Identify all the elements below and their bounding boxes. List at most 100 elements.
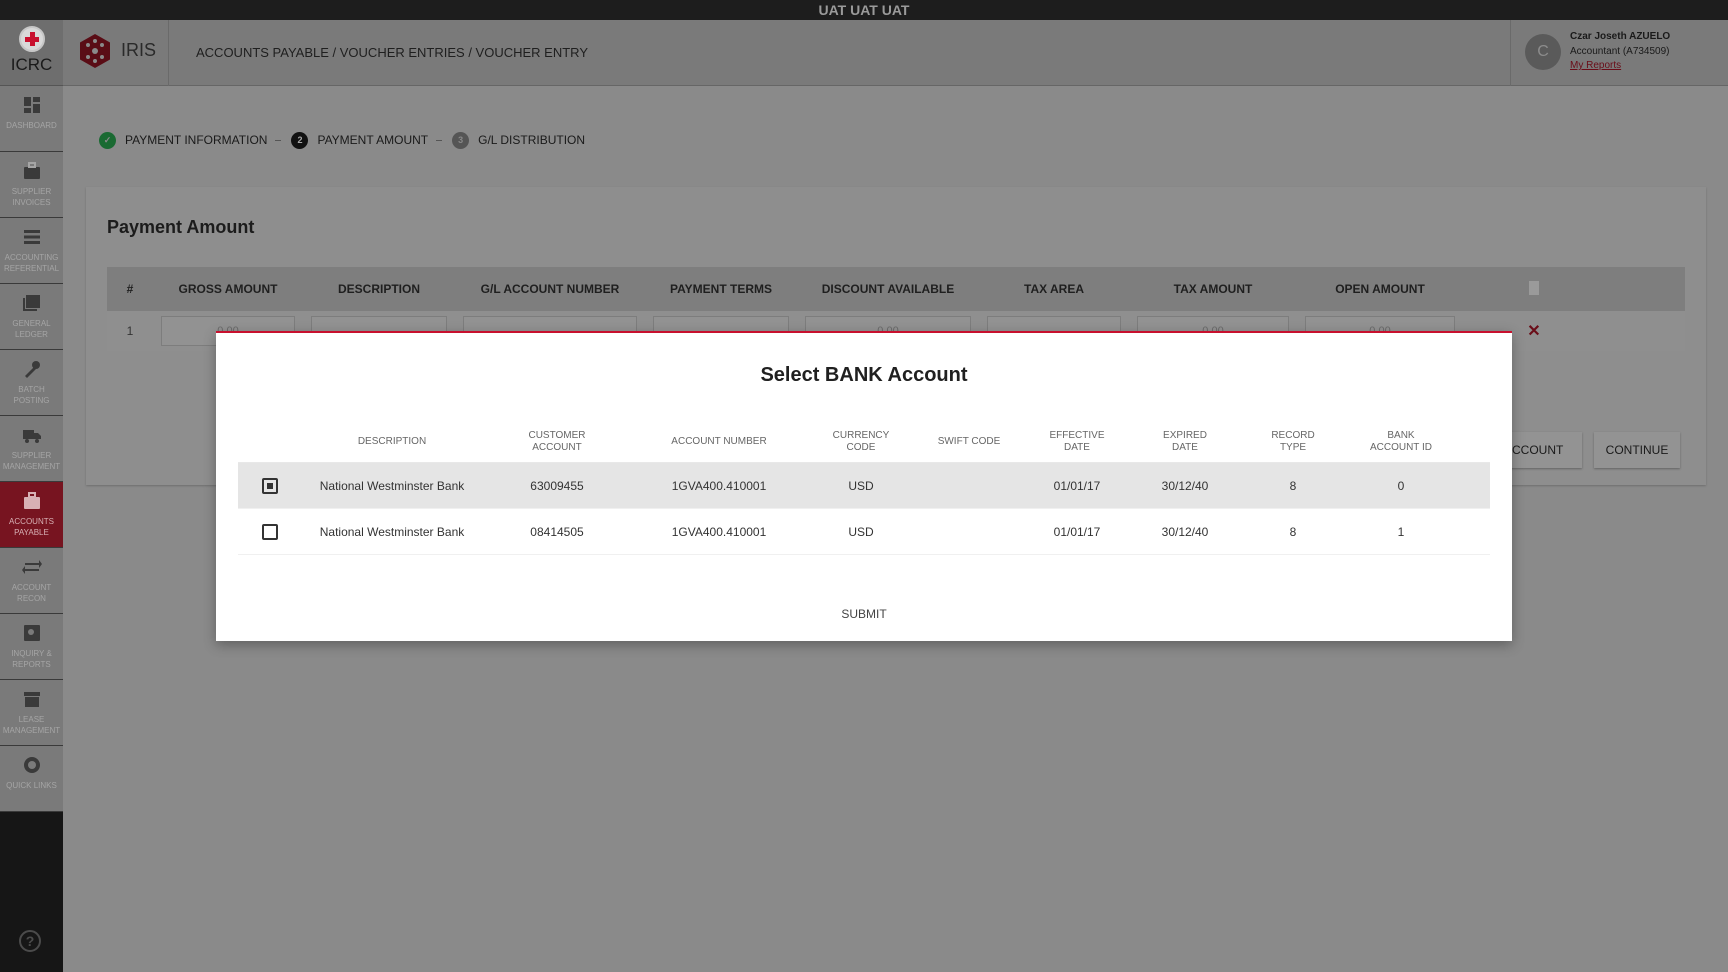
step-payment-information[interactable]: PAYMENT INFORMATION bbox=[125, 133, 267, 147]
col-header-description: DESCRIPTION bbox=[357, 435, 427, 447]
iris-logo-icon[interactable] bbox=[77, 33, 113, 69]
cell-expired-date: 30/12/40 bbox=[1161, 524, 1209, 539]
select-bank-account-dialog: Select BANK Account DESCRIPTION CUSTOMER… bbox=[216, 331, 1512, 641]
sidebar-item-label: LEDGER bbox=[15, 330, 48, 339]
dashboard-icon bbox=[22, 96, 42, 114]
sidebar-item-label: SUPPLIER bbox=[11, 187, 52, 196]
row-checkbox[interactable] bbox=[262, 523, 278, 540]
wizard-stepper: ✓ PAYMENT INFORMATION 2 PAYMENT AMOUNT 3… bbox=[99, 131, 593, 149]
step-payment-amount[interactable]: PAYMENT AMOUNT bbox=[317, 133, 428, 147]
sidebar-item-label: RECON bbox=[17, 594, 46, 603]
user-role: Accountant (A734509) bbox=[1570, 46, 1670, 57]
table-row[interactable]: National Westminster Bank 08414505 1GVA4… bbox=[238, 509, 1490, 555]
sidebar-item-label: ACCOUNTS bbox=[9, 517, 54, 526]
sidebar-item-account-recon[interactable]: ACCOUNT RECON bbox=[0, 548, 63, 614]
wrench-icon bbox=[22, 360, 42, 378]
bank-account-table: DESCRIPTION CUSTOMER ACCOUNT ACCOUNT NUMB… bbox=[238, 421, 1490, 555]
sidebar-item-quick-links[interactable]: QUICK LINKS bbox=[0, 746, 63, 812]
table-header: DESCRIPTION CUSTOMER ACCOUNT ACCOUNT NUMB… bbox=[238, 421, 1490, 463]
sidebar-item-accounts-payable[interactable]: ACCOUNTS PAYABLE bbox=[0, 482, 63, 548]
sidebar-item-label: QUICK LINKS bbox=[6, 781, 57, 790]
col-header-discount-available: DISCOUNT AVAILABLE bbox=[821, 282, 955, 296]
sidebar-item-label: PAYABLE bbox=[14, 528, 49, 537]
col-header-record-type: RECORD TYPE bbox=[1238, 430, 1348, 454]
cell-expired-date: 30/12/40 bbox=[1161, 478, 1209, 493]
sidebar-item-accounting-referential[interactable]: ACCOUNTING REFERENTIAL bbox=[0, 218, 63, 284]
step-complete-check-icon: ✓ bbox=[99, 131, 116, 149]
submit-button-row: SUBMIT bbox=[216, 607, 1512, 621]
avatar[interactable]: C bbox=[1525, 34, 1561, 70]
sidebar-item-batch-posting[interactable]: BATCH POSTING bbox=[0, 350, 63, 416]
col-header-text: BANK bbox=[1387, 429, 1415, 441]
cell-bank-account-id: 0 bbox=[1397, 478, 1405, 493]
step-gl-distribution[interactable]: G/L DISTRIBUTION bbox=[478, 133, 585, 147]
table-row[interactable]: National Westminster Bank 63009455 1GVA4… bbox=[238, 463, 1490, 509]
cell-description: National Westminster Bank bbox=[319, 478, 465, 493]
cell-account-number: 1GVA400.410001 bbox=[671, 524, 767, 539]
col-header-text: EFFECTIVE bbox=[1049, 429, 1105, 441]
step-number-3: 3 bbox=[452, 131, 470, 149]
sidebar-item-supplier-management[interactable]: SUPPLIER MANAGEMENT bbox=[0, 416, 63, 482]
sidebar-item-supplier-invoices[interactable]: SUPPLIER INVOICES bbox=[0, 152, 63, 218]
sidebar-item-general-ledger[interactable]: GENERAL LEDGER bbox=[0, 284, 63, 350]
col-header-gross-amount: GROSS AMOUNT bbox=[178, 282, 278, 296]
col-header-tax-area: TAX AREA bbox=[1024, 282, 1084, 296]
card-title: Payment Amount bbox=[107, 217, 255, 237]
col-header-tax-amount: TAX AMOUNT bbox=[1173, 282, 1253, 296]
arrows-icon bbox=[21, 558, 42, 576]
cell-record-type: 8 bbox=[1289, 524, 1297, 539]
sidebar-item-label: ACCOUNT bbox=[11, 583, 52, 592]
col-header-payment-terms: PAYMENT TERMS bbox=[669, 282, 772, 296]
logo-text: ICRC bbox=[10, 55, 53, 74]
col-header-text: CURRENCY bbox=[832, 429, 890, 441]
sidebar-item-label: BATCH bbox=[18, 385, 45, 394]
sidebar-item-label: POSTING bbox=[13, 396, 50, 405]
step-separator bbox=[275, 139, 282, 141]
col-header-description: DESCRIPTION bbox=[337, 282, 420, 296]
col-header-open-amount: OPEN AMOUNT bbox=[1335, 282, 1425, 296]
col-header-bank-account-id: BANK ACCOUNT ID bbox=[1348, 430, 1454, 454]
sidebar-item-inquiry-reports[interactable]: INQUIRY & REPORTS bbox=[0, 614, 63, 680]
table-header: # GROSS AMOUNT DESCRIPTION G/L ACCOUNT N… bbox=[107, 267, 1685, 311]
col-header-text: RECORD bbox=[1271, 429, 1315, 441]
briefcase-icon bbox=[22, 492, 42, 510]
col-header-text: DATE bbox=[1172, 441, 1198, 453]
icrc-logo[interactable]: ICRC bbox=[0, 20, 63, 86]
col-header-customer-account: CUSTOMER ACCOUNT bbox=[482, 430, 632, 454]
briefcase-icon bbox=[22, 162, 42, 180]
sidebar-item-label: INQUIRY & bbox=[11, 649, 52, 658]
continue-button[interactable]: CONTINUE bbox=[1594, 432, 1680, 468]
col-header-currency-code: CURRENCY CODE bbox=[806, 430, 916, 454]
row-checkbox-checked[interactable] bbox=[262, 477, 278, 494]
sidebar-item-label: MANAGEMENT bbox=[2, 726, 61, 735]
red-cross-emblem-icon bbox=[18, 26, 45, 52]
row-number: 1 bbox=[126, 324, 134, 338]
sidebar-item-lease-management[interactable]: LEASE MANAGEMENT bbox=[0, 680, 63, 746]
sidebar-item-dashboard[interactable]: DASHBOARD bbox=[0, 86, 63, 152]
top-header: IRIS ACCOUNTS PAYABLE / VOUCHER ENTRIES … bbox=[63, 20, 1728, 86]
app-name: IRIS bbox=[121, 40, 157, 60]
step-number-2: 2 bbox=[291, 131, 309, 149]
submit-button[interactable]: SUBMIT bbox=[829, 601, 898, 627]
step-separator bbox=[436, 139, 443, 141]
truck-icon bbox=[22, 426, 42, 444]
col-header-account-number: ACCOUNT NUMBER bbox=[671, 435, 767, 447]
ledger-icon bbox=[22, 294, 42, 312]
col-header-gl-account: G/L ACCOUNT NUMBER bbox=[480, 282, 620, 296]
cell-currency-code: USD bbox=[848, 478, 874, 493]
dialog-title: Select BANK Account bbox=[760, 364, 968, 386]
search-report-icon bbox=[22, 624, 42, 642]
my-reports-link[interactable]: My Reports bbox=[1570, 60, 1621, 71]
cell-customer-account: 08414505 bbox=[530, 524, 584, 539]
col-header-text: DATE bbox=[1064, 441, 1090, 453]
help-icon[interactable]: ? bbox=[19, 930, 41, 952]
cell-bank-account-id: 1 bbox=[1397, 524, 1405, 539]
col-header-number: # bbox=[126, 282, 134, 296]
col-header-effective-date: EFFECTIVE DATE bbox=[1022, 430, 1132, 454]
cell-record-type: 8 bbox=[1289, 478, 1297, 493]
cell-effective-date: 01/01/17 bbox=[1053, 524, 1101, 539]
col-header-text: ACCOUNT bbox=[532, 441, 582, 453]
cell-currency-code: USD bbox=[848, 524, 874, 539]
sidebar-item-label: SUPPLIER bbox=[11, 451, 52, 460]
breadcrumb: ACCOUNTS PAYABLE / VOUCHER ENTRIES / VOU… bbox=[196, 45, 588, 60]
